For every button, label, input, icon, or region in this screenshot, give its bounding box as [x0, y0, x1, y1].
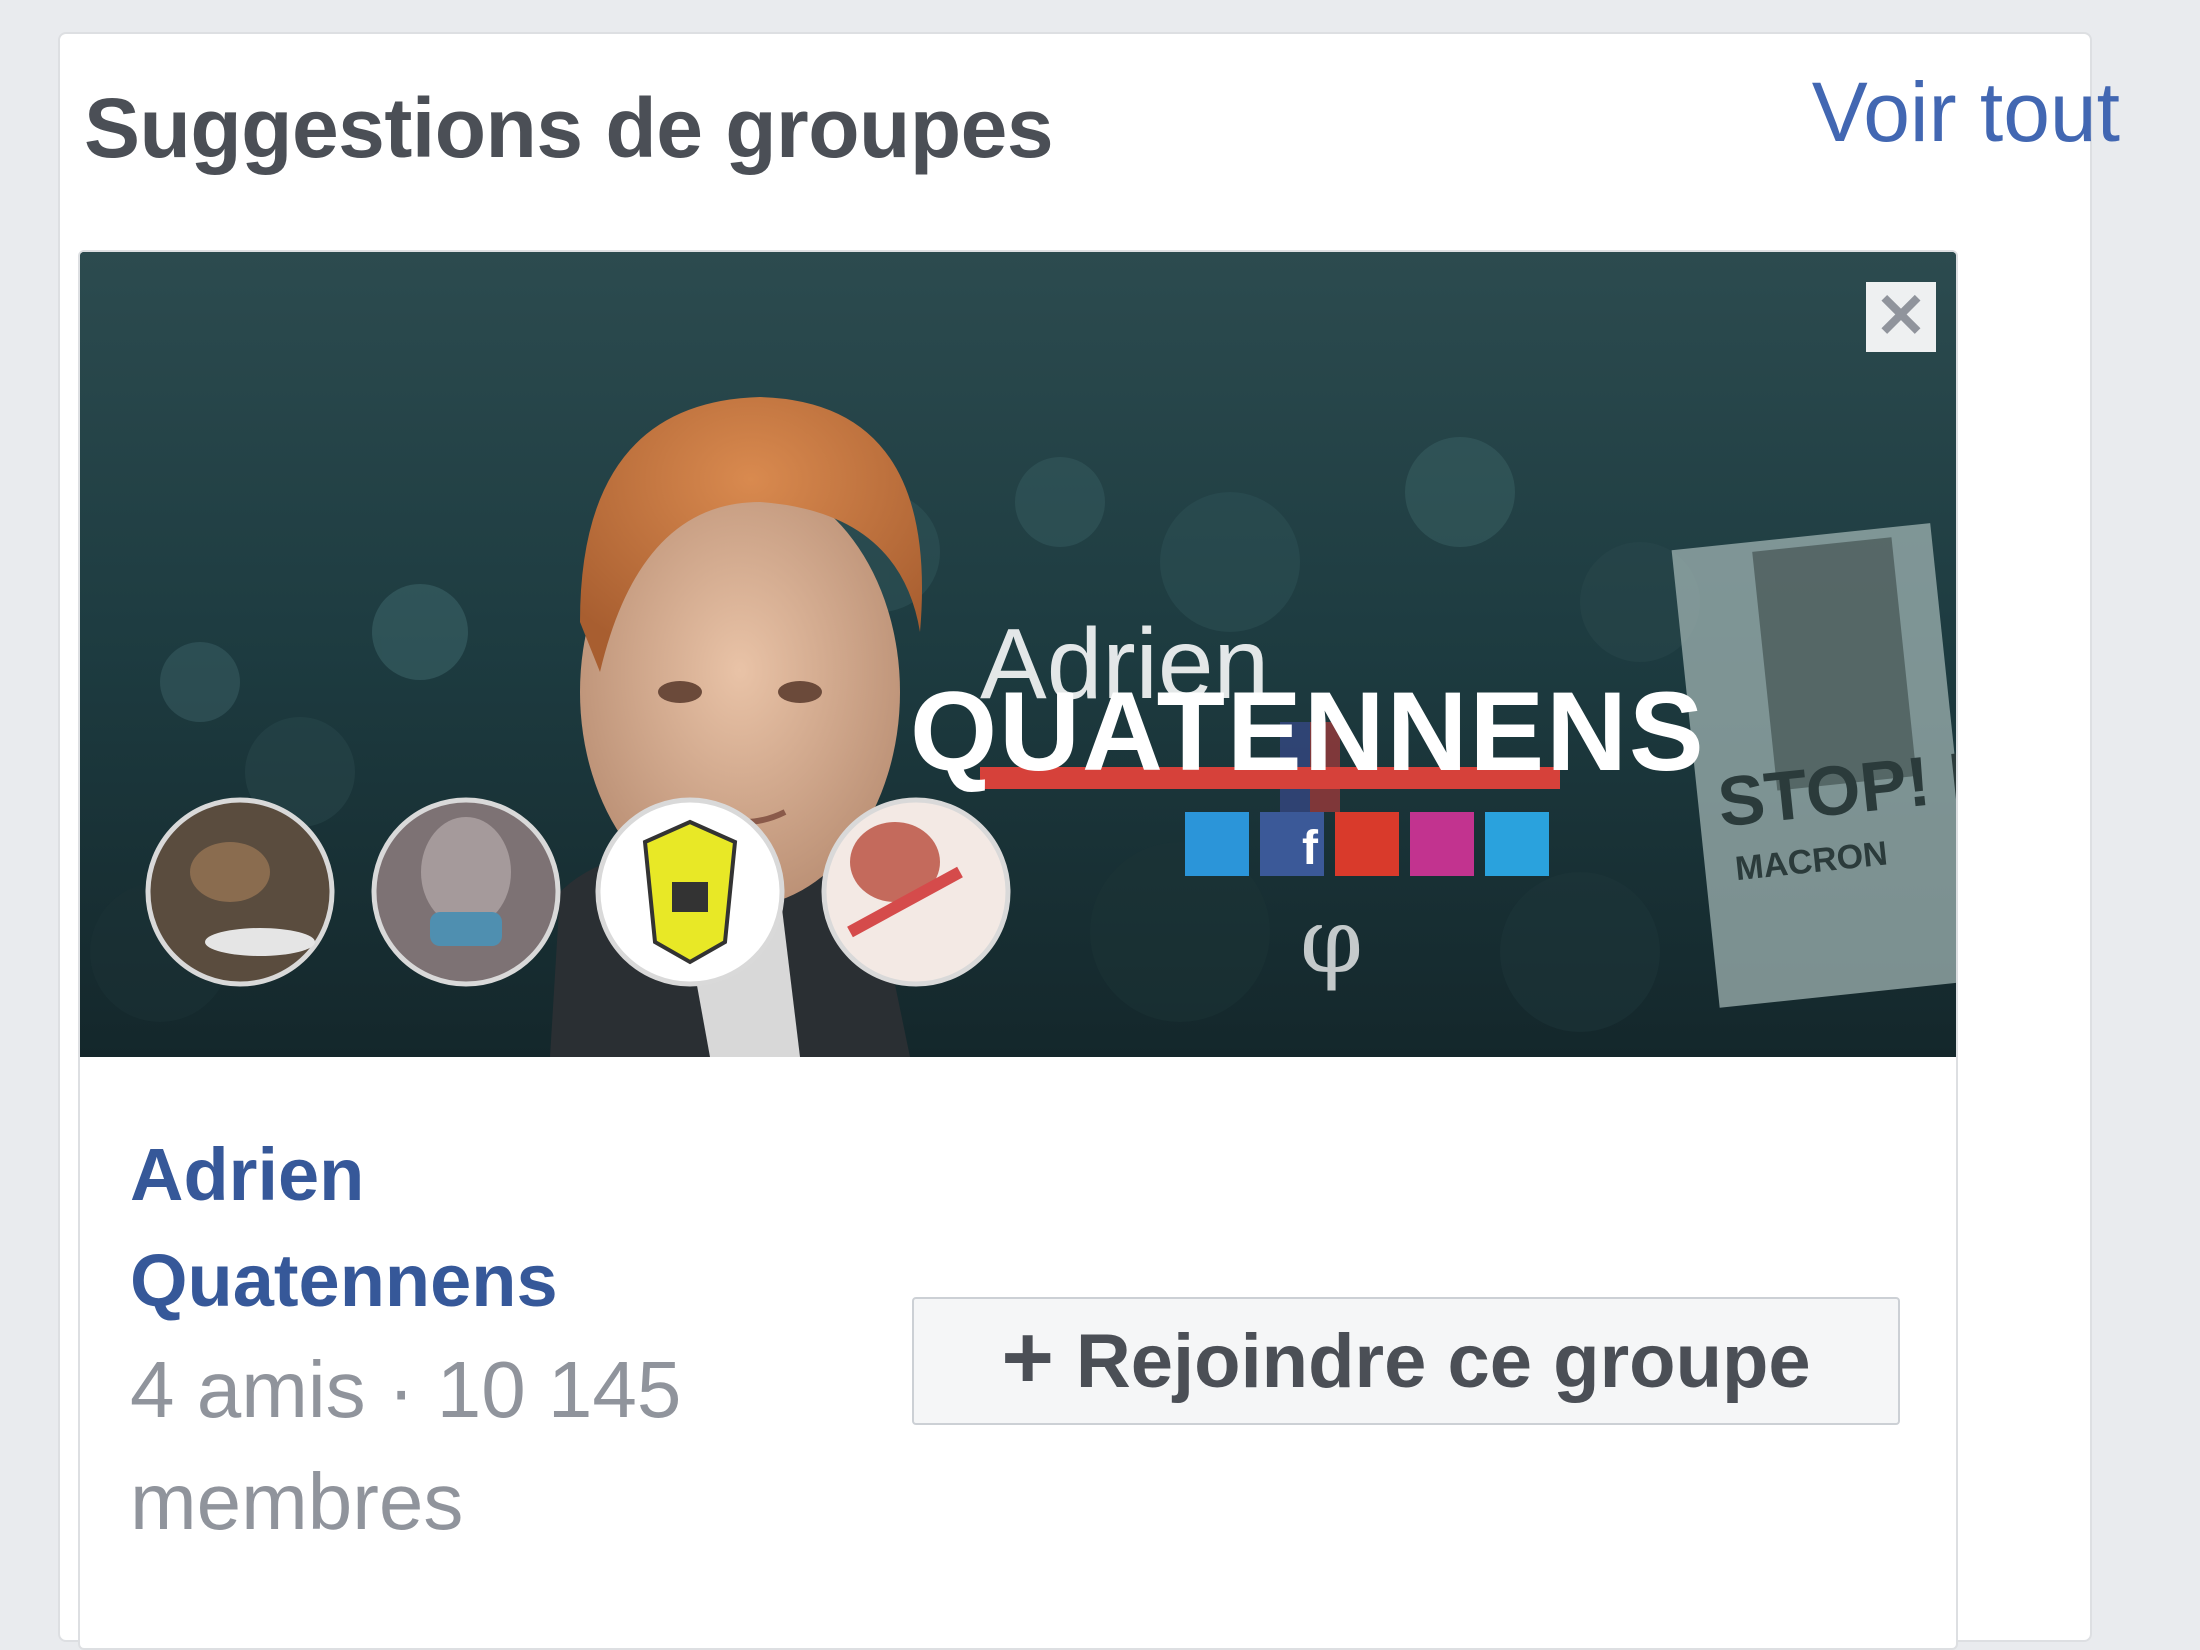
group-info: Adrien Quatennens 4 amis · 10 145 membre… — [130, 1122, 830, 1558]
close-icon: ✕ — [1875, 282, 1927, 351]
join-group-button[interactable]: + Rejoindre ce groupe — [912, 1297, 1900, 1425]
member-avatar-4 — [821, 797, 1011, 987]
group-member-count: 4 amis · 10 145 membres — [130, 1334, 830, 1558]
group-name-line-1: Adrien — [130, 1133, 365, 1216]
group-meta-line-1: 4 amis · 10 145 — [130, 1345, 682, 1434]
group-name-line-2: Quatennens — [130, 1239, 558, 1322]
lfi-logo: φ — [1300, 889, 1363, 994]
panel-title: Suggestions de groupes — [84, 81, 1054, 175]
group-name-link[interactable]: Adrien Quatennens — [130, 1122, 830, 1334]
plus-icon: + — [1001, 1308, 1054, 1408]
social-icons: f — [1185, 812, 1549, 876]
cover-last-name: QUATENNENS — [910, 669, 1706, 794]
group-suggestion-card: STOP! MACRON MACRON f φ Adrien QUATENNEN… — [78, 250, 1958, 1650]
see-all-link[interactable]: Voir tout — [1812, 64, 2120, 161]
svg-text:f: f — [1302, 822, 1319, 875]
group-meta-line-2: membres — [130, 1457, 464, 1546]
member-avatar-2 — [371, 797, 561, 987]
group-cover-image[interactable]: STOP! MACRON MACRON f φ Adrien QUATENNEN… — [80, 252, 1956, 1057]
member-avatar-1 — [145, 797, 335, 987]
join-group-label: Rejoindre ce groupe — [1075, 1318, 1811, 1404]
member-avatar-3 — [595, 797, 785, 987]
dismiss-suggestion-button[interactable]: ✕ — [1866, 282, 1936, 352]
protest-sign: STOP! MACRON MACRON — [1671, 523, 1956, 1008]
